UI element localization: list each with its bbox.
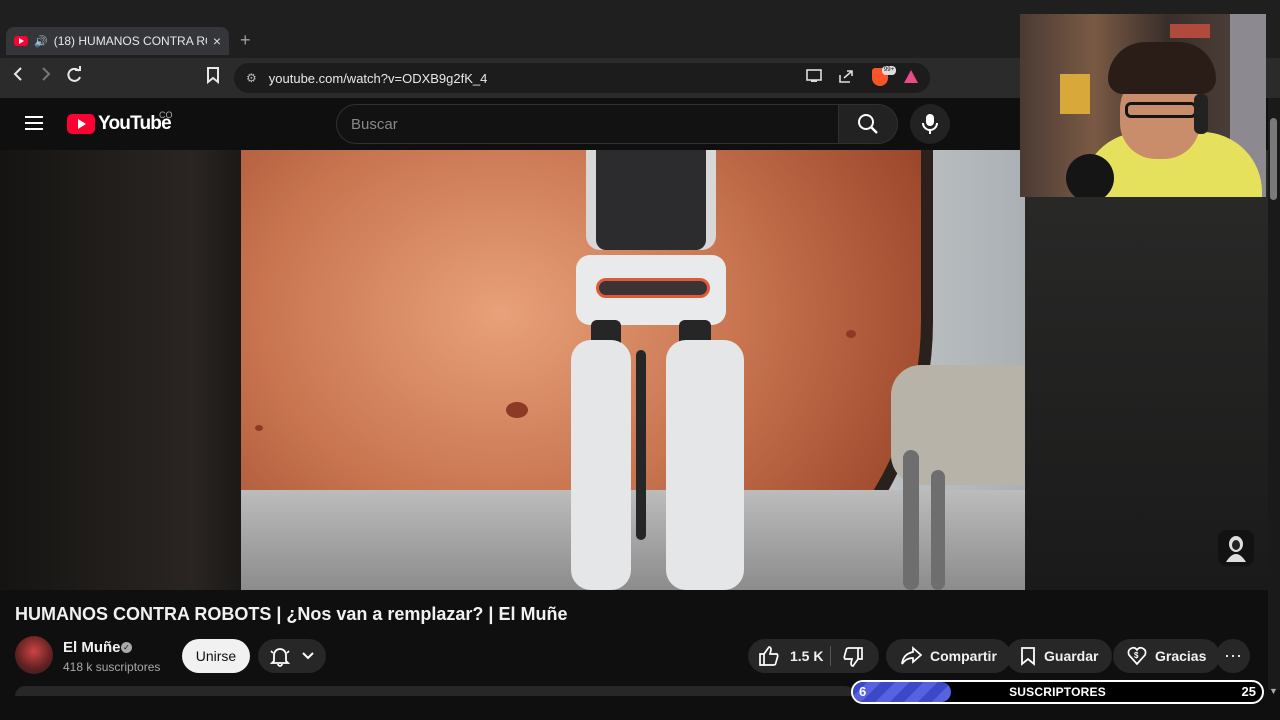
microphone-icon: [922, 114, 938, 134]
share-button[interactable]: Compartir: [886, 639, 1011, 673]
bookmark-icon[interactable]: [201, 66, 225, 89]
brave-badge: 99+: [882, 66, 896, 75]
search-icon: [858, 114, 878, 134]
share-label: Compartir: [930, 648, 997, 664]
notification-button[interactable]: [258, 639, 326, 673]
svg-text:$: $: [1134, 651, 1139, 660]
video-crater: [506, 402, 528, 418]
webcam-headset: [1194, 94, 1208, 134]
video-player[interactable]: [241, 150, 1025, 590]
webcam-shelf-box: [1170, 24, 1210, 38]
webcam-overlay: [1020, 14, 1266, 197]
save-button[interactable]: Guardar: [1006, 639, 1113, 673]
url-text: youtube.com/watch?v=ODXB9g2fK_4: [268, 70, 488, 86]
site-settings-icon[interactable]: ⚙: [246, 71, 257, 85]
thanks-button[interactable]: $ Gracias: [1113, 639, 1221, 673]
youtube-favicon-icon: [14, 36, 28, 46]
share-icon: [901, 646, 922, 665]
scroll-down-arrow-icon[interactable]: ▼: [1269, 686, 1278, 696]
back-icon[interactable]: [6, 66, 30, 87]
channel-watermark[interactable]: [1218, 530, 1254, 566]
bell-icon: [269, 648, 291, 667]
thanks-label: Gracias: [1155, 648, 1207, 664]
brave-rewards-icon[interactable]: [904, 70, 918, 83]
new-tab-button[interactable]: +: [240, 30, 251, 51]
thumbs-up-icon: [759, 646, 779, 666]
video-crater: [255, 425, 263, 431]
search-input[interactable]: Buscar: [336, 104, 839, 144]
subscriber-goal-label: SUSCRIPTORES: [1009, 685, 1106, 699]
hamburger-menu-icon[interactable]: [25, 116, 43, 130]
video-title: HUMANOS CONTRA ROBOTS | ¿Nos van a rempl…: [15, 604, 568, 624]
channel-name[interactable]: El Muñe: [63, 639, 121, 656]
video-dog-leg: [931, 470, 945, 590]
video-crater: [846, 330, 856, 338]
join-button[interactable]: Unirse: [182, 639, 250, 673]
webcam-shelf-box: [1060, 74, 1090, 114]
dislike-button[interactable]: [842, 646, 864, 673]
webcam-person-hair: [1108, 42, 1216, 94]
forward-icon[interactable]: [34, 66, 58, 87]
player-side-area: [1025, 150, 1280, 590]
more-actions-button[interactable]: ⋯: [1216, 639, 1250, 673]
voice-search-button[interactable]: [910, 104, 950, 144]
video-robot-light: [596, 278, 710, 298]
tab-title: (18) HUMANOS CONTRA RO: [53, 34, 207, 48]
youtube-logo[interactable]: YouTube CO: [67, 110, 173, 135]
search-button[interactable]: [838, 104, 898, 144]
address-bar[interactable]: ⚙ youtube.com/watch?v=ODXB9g2fK_4: [234, 63, 930, 93]
more-icon: ⋯: [1224, 645, 1242, 666]
subscriber-goal-bar: 6 SUSCRIPTORES 25: [851, 680, 1264, 704]
share-page-icon[interactable]: [838, 69, 854, 86]
like-dislike-group: 1.5 K: [748, 639, 879, 673]
thanks-icon: $: [1127, 646, 1147, 666]
thumbs-down-icon: [843, 647, 863, 667]
video-robot-stand: [636, 350, 646, 540]
video-robot-leg-right: [666, 340, 744, 590]
video-robot-leg-left: [571, 340, 631, 590]
webcam-person-glasses: [1125, 102, 1197, 118]
cast-icon[interactable]: [806, 69, 822, 86]
youtube-play-icon: [67, 114, 95, 134]
like-button[interactable]: 1.5 K: [758, 639, 823, 673]
subscriber-count: 418 k suscriptores: [63, 660, 161, 674]
channel-avatar[interactable]: [15, 636, 53, 674]
chevron-down-icon: [302, 652, 314, 660]
save-label: Guardar: [1044, 648, 1099, 664]
like-divider: [830, 646, 831, 666]
scrollbar-thumb[interactable]: [1270, 118, 1277, 200]
video-dog-leg: [903, 450, 919, 590]
webcam-microphone: [1066, 154, 1114, 197]
subscriber-goal-target: 25: [1241, 684, 1256, 699]
screen: 🔊 (18) HUMANOS CONTRA RO × + ⚙ youtube.c…: [0, 0, 1280, 720]
browser-tab-youtube[interactable]: 🔊 (18) HUMANOS CONTRA RO ×: [6, 27, 229, 55]
tab-close-icon[interactable]: ×: [213, 33, 221, 49]
video-robot-face: [596, 150, 706, 250]
like-count: 1.5 K: [790, 648, 824, 664]
search-placeholder: Buscar: [351, 115, 398, 133]
save-icon: [1021, 647, 1035, 666]
verified-icon: ✓: [121, 642, 132, 653]
speaker-icon[interactable]: 🔊: [34, 35, 48, 48]
reload-icon[interactable]: [62, 66, 86, 89]
description-box[interactable]: [15, 686, 855, 696]
country-code: CO: [159, 110, 173, 120]
